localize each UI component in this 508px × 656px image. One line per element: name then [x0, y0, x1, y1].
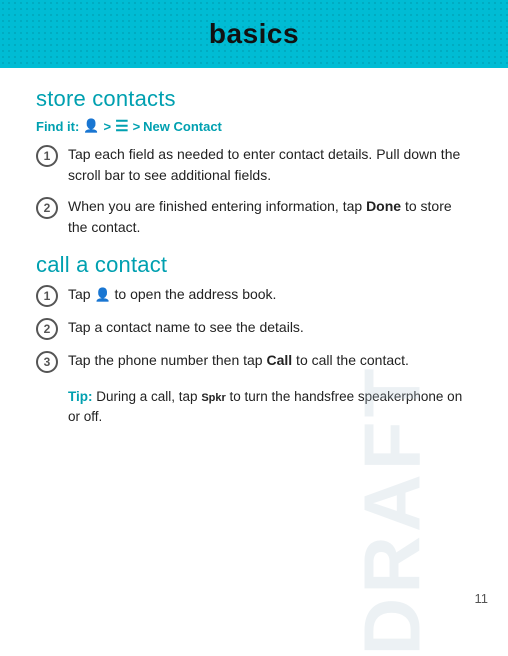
person-icon: 👤	[83, 118, 99, 134]
done-bold: Done	[366, 198, 401, 214]
call-step-num-1: 1	[36, 285, 58, 307]
lines-icon: ☰	[115, 119, 128, 134]
step-text-1: Tap each field as needed to enter contac…	[68, 144, 472, 186]
store-step-2: 2 When you are finished entering informa…	[36, 196, 472, 238]
store-contacts-title: store contacts	[36, 86, 472, 112]
store-contacts-section: store contacts Find it: 👤 > ☰ > New Cont…	[36, 86, 472, 238]
tip-text: During a call, tap Spkr to turn the hand…	[68, 389, 462, 424]
call-a-contact-section: call a contact 1 Tap 👤 to open the addre…	[36, 252, 472, 428]
tip-label: Tip:	[68, 389, 93, 404]
store-step-1: 1 Tap each field as needed to enter cont…	[36, 144, 472, 186]
call-step-2: 2 Tap a contact name to see the details.	[36, 317, 472, 340]
call-bold: Call	[266, 352, 292, 368]
spkr-label: Spkr	[201, 392, 225, 404]
call-contact-steps: 1 Tap 👤 to open the address book. 2 Tap …	[36, 284, 472, 373]
call-step-text-2: Tap a contact name to see the details.	[68, 317, 304, 338]
step-num-2: 2	[36, 197, 58, 219]
call-step-3: 3 Tap the phone number then tap Call to …	[36, 350, 472, 373]
person-icon-inline: 👤	[94, 287, 110, 302]
call-step-text-1: Tap 👤 to open the address book.	[68, 284, 276, 305]
arrow-2: >	[133, 119, 141, 134]
new-contact-label: New Contact	[143, 119, 222, 134]
call-step-1: 1 Tap 👤 to open the address book.	[36, 284, 472, 307]
store-contacts-steps: 1 Tap each field as needed to enter cont…	[36, 144, 472, 238]
main-content: store contacts Find it: 👤 > ☰ > New Cont…	[0, 68, 508, 458]
call-step-num-3: 3	[36, 351, 58, 373]
step-num-1: 1	[36, 145, 58, 167]
tip-block: Tip: During a call, tap Spkr to turn the…	[68, 387, 472, 428]
call-step-text-3: Tap the phone number then tap Call to ca…	[68, 350, 409, 371]
find-it-line: Find it: 👤 > ☰ > New Contact	[36, 118, 472, 134]
page-number: 11	[475, 591, 489, 606]
header-banner: basics	[0, 0, 508, 68]
page-title: basics	[209, 18, 299, 50]
call-step-num-2: 2	[36, 318, 58, 340]
step-text-2: When you are finished entering informati…	[68, 196, 472, 238]
call-a-contact-title: call a contact	[36, 252, 472, 278]
find-it-label: Find it:	[36, 119, 79, 134]
arrow-1: >	[104, 119, 112, 134]
